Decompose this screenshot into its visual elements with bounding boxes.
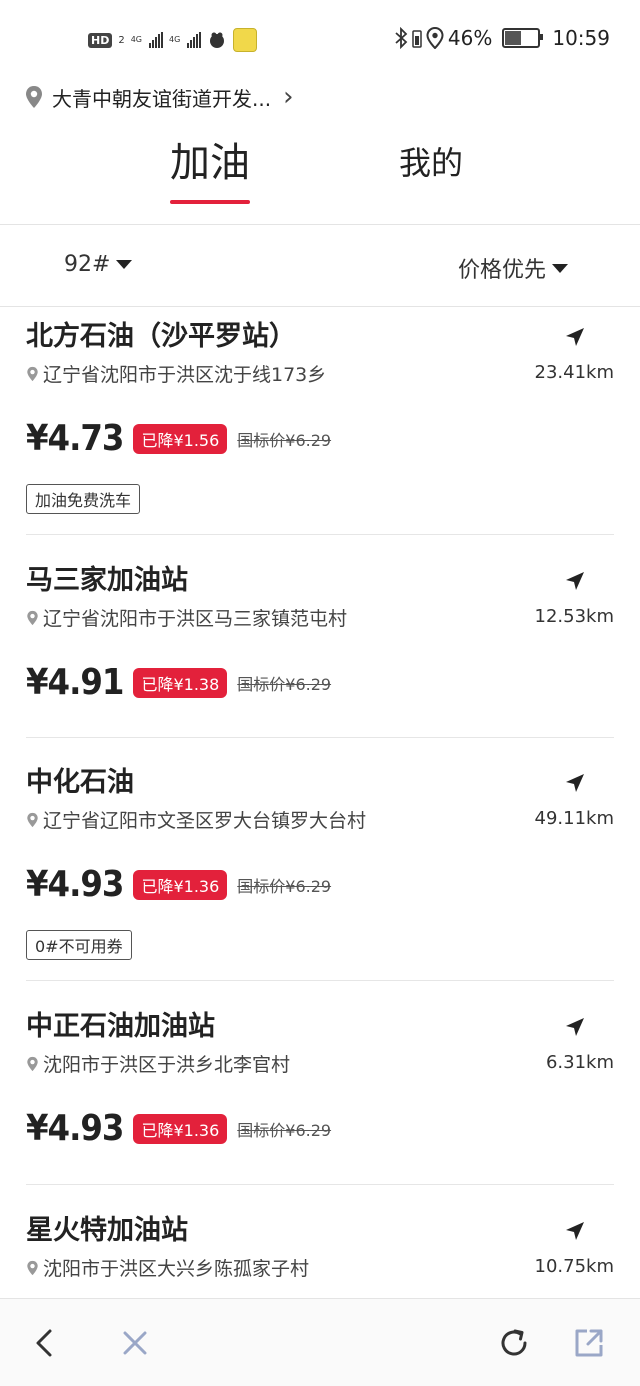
national-price: 国标价¥6.29 [237, 674, 332, 694]
station-tag: 加油免费洗车 [26, 484, 141, 514]
clock: 10:59 [552, 26, 610, 50]
tab-refuel-label: 加油 [170, 140, 250, 186]
station-address-text: 辽宁省沈阳市于洪区沈于线173乡 [43, 364, 327, 386]
map-pin-icon [26, 86, 42, 108]
navigation-arrow-icon[interactable] [564, 1016, 586, 1038]
navigation-arrow-icon[interactable] [564, 1220, 586, 1242]
station-address-text: 沈阳市于洪区大兴乡陈孤家子村 [43, 1258, 310, 1280]
battery-percent: 46% [447, 26, 493, 50]
close-icon[interactable] [117, 1325, 153, 1361]
map-pin-icon [27, 1056, 38, 1071]
navigation-arrow-icon[interactable] [564, 772, 586, 794]
tab-active-indicator [170, 200, 250, 204]
app-notification-icon [233, 28, 258, 52]
price-row: ¥4.93 已降¥1.36 国标价¥6.29 [26, 864, 331, 905]
filter-bar: 92# 价格优先 [0, 226, 640, 306]
station-price: ¥4.93 [26, 1108, 124, 1149]
station-card[interactable]: 北方石油（沙平罗站） 23.41km 辽宁省沈阳市于洪区沈于线173乡 ¥4.7… [26, 314, 614, 524]
filter-divider [0, 306, 640, 307]
station-distance: 6.31km [545, 1052, 614, 1073]
station-distance: 49.11km [534, 808, 615, 829]
bluetooth-icon [395, 27, 408, 49]
navigation-arrow-icon[interactable] [564, 326, 586, 348]
refresh-icon[interactable] [496, 1325, 532, 1361]
app-page: HD 2 4G 4G 46% 10:59 大青中朝友谊街道开发... › 加油 … [0, 0, 640, 1386]
station-name: 中正石油加油站 [26, 1011, 215, 1042]
tab-mine[interactable]: 我的 [399, 138, 463, 184]
map-pin-icon [27, 812, 38, 827]
tab-bar: 加油 我的 [0, 130, 640, 204]
station-name: 星火特加油站 [26, 1215, 188, 1246]
station-distance: 23.41km [534, 362, 615, 383]
battery-icon [502, 28, 544, 48]
station-address: 辽宁省辽阳市文圣区罗大台镇罗大台村 [26, 806, 366, 833]
national-price: 国标价¥6.29 [237, 876, 332, 896]
status-left: HD 2 4G 4G [88, 28, 258, 52]
tab-mine-label: 我的 [399, 144, 464, 182]
location-selector[interactable]: 大青中朝友谊街道开发... › [24, 82, 293, 112]
back-chevron-icon[interactable] [28, 1325, 64, 1361]
signal-strength-icon-2 [187, 32, 202, 48]
navigation-arrow-icon[interactable] [564, 570, 586, 592]
national-price: 国标价¥6.29 [237, 1120, 332, 1140]
map-pin-icon [27, 1260, 38, 1275]
map-pin-icon [27, 610, 38, 625]
station-address-text: 辽宁省辽阳市文圣区罗大台镇罗大台村 [43, 810, 367, 832]
network-label-2: 4G [169, 35, 181, 44]
station-name: 中化石油 [26, 767, 134, 798]
station-address: 沈阳市于洪区于洪乡北李官村 [26, 1050, 290, 1077]
caret-down-icon [552, 263, 569, 273]
price-row: ¥4.73 已降¥1.56 国标价¥6.29 [26, 418, 331, 459]
fuel-type-label: 92# [64, 252, 111, 277]
hd-badge: HD [88, 32, 113, 48]
station-price: ¥4.73 [26, 418, 124, 459]
station-name: 北方石油（沙平罗站） [26, 321, 296, 352]
station-card[interactable]: 中正石油加油站 6.31km 沈阳市于洪区于洪乡北李官村 ¥4.93 已降¥1.… [26, 1004, 614, 1164]
card-divider [26, 1184, 614, 1185]
discount-badge: 已降¥1.56 [133, 423, 228, 454]
network-label-1: 4G [130, 35, 143, 44]
national-price: 国标价¥6.29 [237, 430, 332, 450]
price-row: ¥4.93 已降¥1.36 国标价¥6.29 [26, 1108, 331, 1149]
station-price: ¥4.91 [26, 662, 124, 703]
card-divider [26, 980, 614, 981]
station-card[interactable]: 中化石油 49.11km 辽宁省辽阳市文圣区罗大台镇罗大台村 ¥4.93 已降¥… [26, 760, 614, 970]
card-divider [26, 534, 614, 535]
discount-badge: 已降¥1.38 [133, 667, 228, 698]
station-card[interactable]: 马三家加油站 12.53km 辽宁省沈阳市于洪区马三家镇范屯村 ¥4.91 已降… [26, 558, 614, 718]
station-address: 沈阳市于洪区大兴乡陈孤家子村 [26, 1254, 309, 1281]
station-address: 辽宁省沈阳市于洪区马三家镇范屯村 [26, 604, 347, 631]
card-divider [26, 737, 614, 738]
status-bar: HD 2 4G 4G 46% 10:59 [0, 0, 640, 78]
location-text: 大青中朝友谊街道开发... [52, 86, 272, 111]
station-price: ¥4.93 [26, 864, 124, 905]
battery-small-icon [412, 30, 422, 48]
chevron-right-icon: › [283, 82, 294, 112]
map-pin-icon [27, 366, 38, 381]
station-tag: 0#不可用券 [26, 930, 132, 960]
fuel-type-dropdown[interactable]: 92# [64, 252, 133, 277]
discount-badge: 已降¥1.36 [133, 869, 228, 900]
tab-refuel[interactable]: 加油 [170, 130, 250, 204]
station-distance: 10.75km [534, 1256, 615, 1277]
header-divider [0, 224, 640, 225]
notification-app-icon [210, 32, 225, 48]
location-status-icon [426, 27, 444, 49]
station-name: 马三家加油站 [26, 565, 188, 596]
station-address: 辽宁省沈阳市于洪区沈于线173乡 [26, 360, 326, 387]
station-distance: 12.53km [534, 606, 615, 627]
sort-dropdown[interactable]: 价格优先 [458, 252, 569, 284]
browser-toolbar [0, 1298, 640, 1386]
price-row: ¥4.91 已降¥1.38 国标价¥6.29 [26, 662, 331, 703]
status-right: 46% 10:59 [394, 26, 610, 50]
caret-down-icon [116, 260, 133, 269]
discount-badge: 已降¥1.36 [133, 1113, 228, 1144]
station-address-text: 沈阳市于洪区于洪乡北李官村 [43, 1054, 291, 1076]
sort-label: 价格优先 [458, 258, 547, 283]
share-external-icon[interactable] [571, 1325, 607, 1361]
station-card[interactable]: 星火特加油站 10.75km 沈阳市于洪区大兴乡陈孤家子村 [26, 1208, 614, 1296]
sim-number: 2 [118, 34, 125, 46]
signal-strength-icon-1 [149, 32, 164, 48]
station-address-text: 辽宁省沈阳市于洪区马三家镇范屯村 [43, 608, 348, 630]
